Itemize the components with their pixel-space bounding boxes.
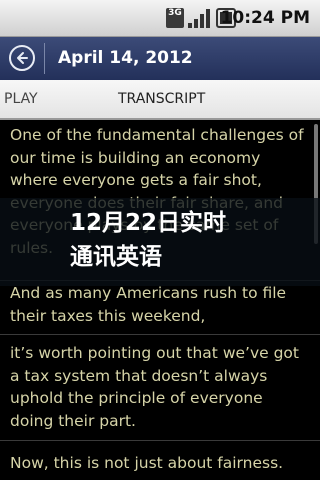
transcript-paragraph: And as many Americans rush to file their… (10, 284, 287, 325)
status-time: 10:24 PM (220, 8, 310, 28)
signal-icon (188, 8, 210, 28)
overlay-title: 12月22日实时通讯英语 (70, 210, 227, 270)
tab-bar: PLAY TRANSCRIPT (0, 80, 320, 120)
network-label: 3G (168, 8, 182, 18)
tab-play[interactable]: PLAY (4, 89, 38, 109)
transcript-view[interactable]: One of the fundamental challenges of our… (0, 120, 320, 480)
divider (0, 334, 320, 335)
status-bar: 3G 10:24 PM (0, 0, 320, 37)
back-arrow-icon[interactable] (9, 45, 35, 71)
overlay-banner: 12月22日实时通讯英语 (0, 198, 320, 286)
page-title: April 14, 2012 (58, 48, 193, 68)
network-3g-icon: 3G (166, 8, 184, 28)
transcript-paragraph: Now, this is not just about fairness. (10, 454, 284, 472)
tab-transcript[interactable]: TRANSCRIPT (118, 89, 205, 109)
title-bar: April 14, 2012 (0, 37, 320, 80)
divider (0, 440, 320, 441)
title-divider (44, 43, 45, 74)
transcript-paragraph: it’s worth pointing out that we’ve got a… (10, 344, 299, 430)
